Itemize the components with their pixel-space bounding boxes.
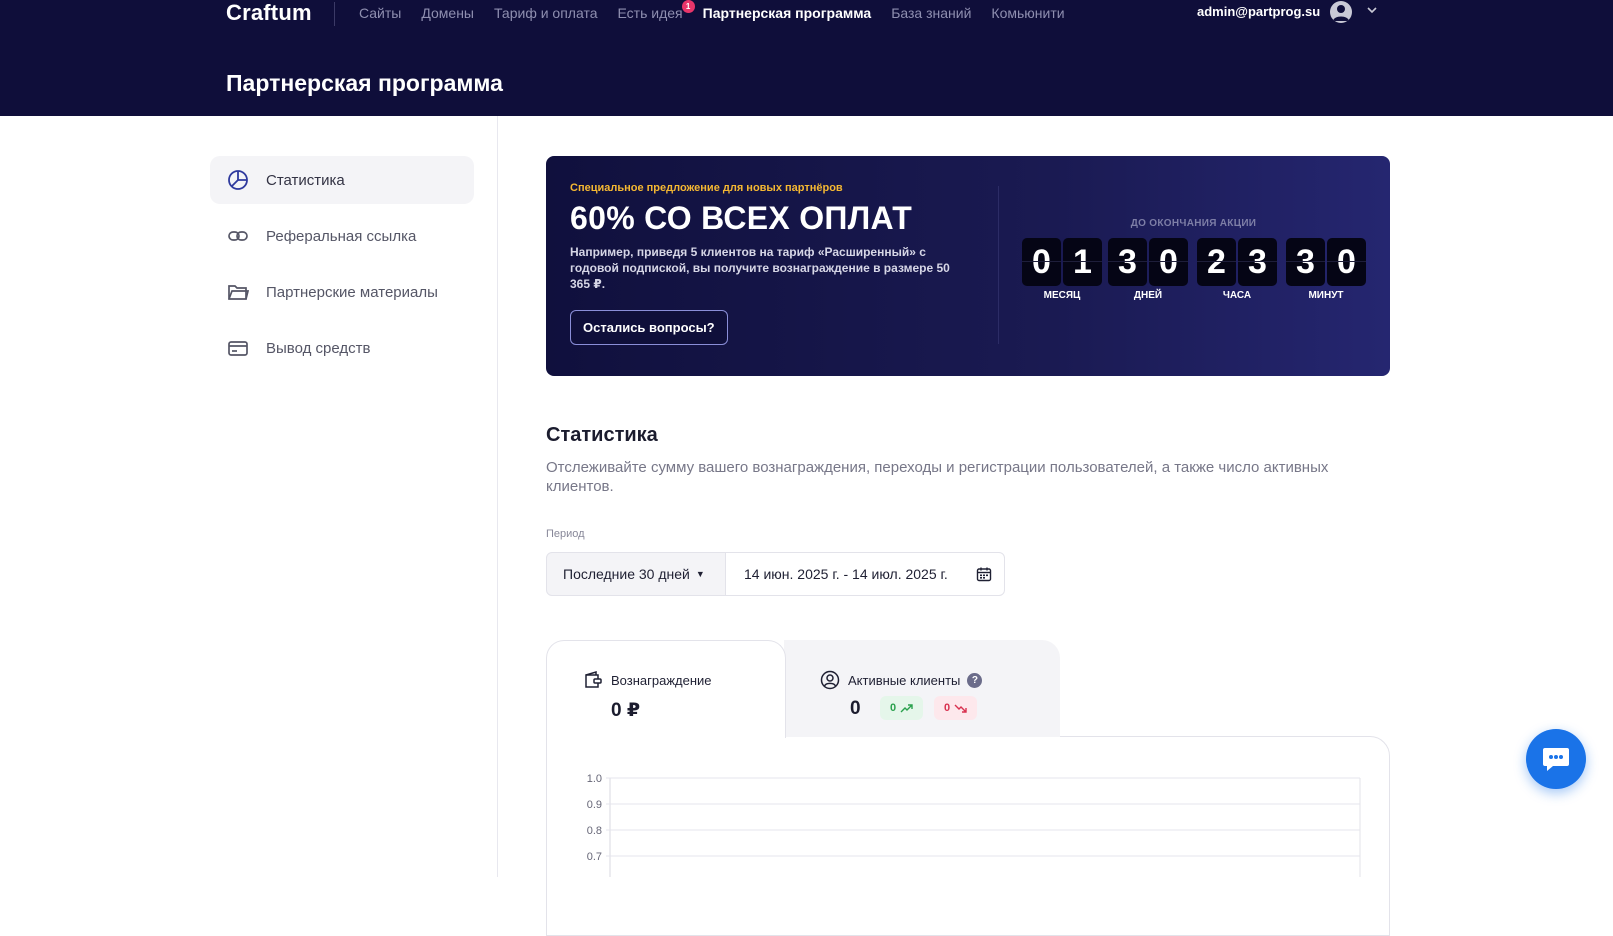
section-description: Отслеживайте сумму вашего вознаграждения… (546, 459, 1329, 495)
help-icon[interactable]: ? (967, 672, 983, 688)
trend-up-value: 0 (890, 702, 897, 714)
countdown-digit: 2 (1197, 238, 1236, 286)
countdown-label: ЧАСА (1222, 290, 1252, 301)
avatar[interactable] (1330, 1, 1352, 23)
tab-reward[interactable]: Вознаграждение 0 ₽ (546, 640, 786, 738)
countdown-label: МИНУТ (1308, 290, 1344, 301)
countdown-digit: 0 (1327, 238, 1366, 286)
sidebar-item-label: Партнерские материалы (266, 283, 438, 301)
sidebar-item-label: Вывод средств (266, 339, 371, 357)
promo-headline: 60% СО ВСЕХ ОПЛАТ (570, 200, 913, 236)
countdown-digit: 3 (1286, 238, 1325, 286)
countdown-digit: 0 (1149, 238, 1188, 286)
questions-button[interactable]: Остались вопросы? (570, 310, 728, 345)
stats-chart: 1.0 0.9 0.8 0.7 (574, 760, 1364, 877)
chevron-down-icon[interactable] (1366, 4, 1378, 19)
calendar-icon[interactable] (976, 566, 992, 585)
tab-active-clients[interactable]: Активные клиенты ? 0 0 0 (784, 640, 1060, 737)
nav-item-domains[interactable]: Домены (421, 5, 474, 21)
sidebar: Статистика Реферальная ссылка Партнерски… (0, 116, 498, 877)
app-header: Craftum Сайты Домены Тариф и оплата Есть… (0, 0, 1613, 116)
countdown-digit: 3 (1238, 238, 1277, 286)
reward-value: 0 ₽ (611, 700, 641, 721)
chat-button[interactable] (1526, 729, 1586, 789)
y-tick-label: 0.7 (587, 851, 602, 863)
user-avatar-icon (1333, 5, 1349, 21)
promo-banner: Специальное предложение для новых партнё… (546, 156, 1390, 376)
countdown-digit: 0 (1022, 238, 1061, 286)
period-label: Период (546, 528, 585, 540)
countdown-digit: 1 (1063, 238, 1102, 286)
sidebar-item-withdrawal[interactable]: Вывод средств (210, 324, 474, 372)
nav-item-sites[interactable]: Сайты (359, 5, 401, 21)
chart-svg: 1.0 0.9 0.8 0.7 (587, 773, 1361, 877)
period-select-value: Последние 30 дней (563, 566, 690, 582)
logo-divider (334, 2, 335, 26)
y-tick-label: 0.8 (587, 825, 602, 837)
link-icon (226, 224, 250, 248)
active-clients-value: 0 (850, 698, 861, 719)
countdown-title: ДО ОКОНЧАНИЯ АКЦИИ (1130, 218, 1257, 229)
countdown-label: МЕСЯЦ (1043, 290, 1081, 301)
promo-tag: Специальное предложение для новых партнё… (570, 182, 843, 194)
countdown-minutes: 3 0 МИНУТ (1286, 238, 1366, 301)
countdown-months: 0 1 МЕСЯЦ (1022, 238, 1102, 301)
nav-item-community[interactable]: Комьюнити (991, 5, 1064, 21)
tab-active-clients-label: Активные клиенты (848, 672, 961, 688)
nav-item-billing[interactable]: Тариф и оплата (494, 5, 598, 21)
countdown-digit: 3 (1108, 238, 1147, 286)
folder-icon (226, 280, 250, 304)
nav-item-partner-program[interactable]: Партнерская программа (703, 5, 872, 21)
wallet-icon (583, 671, 603, 689)
nav-item-ideas[interactable]: Есть идея 1 (617, 0, 695, 21)
pie-chart-icon (226, 168, 250, 192)
y-tick-label: 1.0 (587, 773, 602, 785)
main-nav: Сайты Домены Тариф и оплата Есть идея 1 … (359, 0, 1085, 21)
sidebar-item-label: Реферальная ссылка (266, 227, 417, 245)
sidebar-item-label: Статистика (266, 171, 345, 189)
trend-up-badge: 0 (880, 696, 924, 720)
page-title: Партнерская программа (226, 70, 503, 96)
nav-item-knowledge-base[interactable]: База знаний (891, 5, 971, 21)
credit-card-icon (226, 336, 250, 360)
countdown-hours: 2 3 ЧАСА (1197, 238, 1277, 301)
sidebar-item-partner-materials[interactable]: Партнерские материалы (210, 268, 474, 316)
nav-item-ideas-label: Есть идея (617, 5, 683, 21)
trend-down-value: 0 (944, 702, 951, 714)
trend-up-icon (900, 703, 913, 712)
promo-description: Например, приведя 5 клиентов на тариф «Р… (570, 245, 950, 291)
countdown-label: ДНЕЙ (1133, 290, 1163, 301)
section-title: Статистика (546, 424, 658, 446)
user-email[interactable]: admin@partprog.su (1197, 4, 1320, 19)
date-range-input[interactable]: 14 июн. 2025 г. - 14 июл. 2025 г. (725, 552, 1005, 596)
date-range-value: 14 июн. 2025 г. - 14 июл. 2025 г. (744, 566, 948, 582)
craftum-logo[interactable]: Craftum (226, 0, 312, 26)
chat-bubble-icon (1543, 748, 1569, 771)
y-tick-label: 0.9 (587, 799, 602, 811)
trend-down-badge: 0 (934, 696, 978, 720)
top-navbar: Craftum Сайты Домены Тариф и оплата Есть… (0, 0, 1613, 28)
sidebar-item-statistics[interactable]: Статистика (210, 156, 474, 204)
caret-down-icon: ▼ (695, 569, 705, 579)
trend-down-icon (954, 704, 967, 713)
countdown-days: 3 0 ДНЕЙ (1108, 238, 1188, 301)
sidebar-item-referral-link[interactable]: Реферальная ссылка (210, 212, 474, 260)
promo-divider (998, 186, 999, 344)
notification-badge: 1 (681, 0, 695, 13)
user-circle-icon (820, 670, 840, 690)
tab-reward-label: Вознаграждение (611, 672, 712, 688)
period-select[interactable]: Последние 30 дней ▼ (546, 552, 726, 596)
